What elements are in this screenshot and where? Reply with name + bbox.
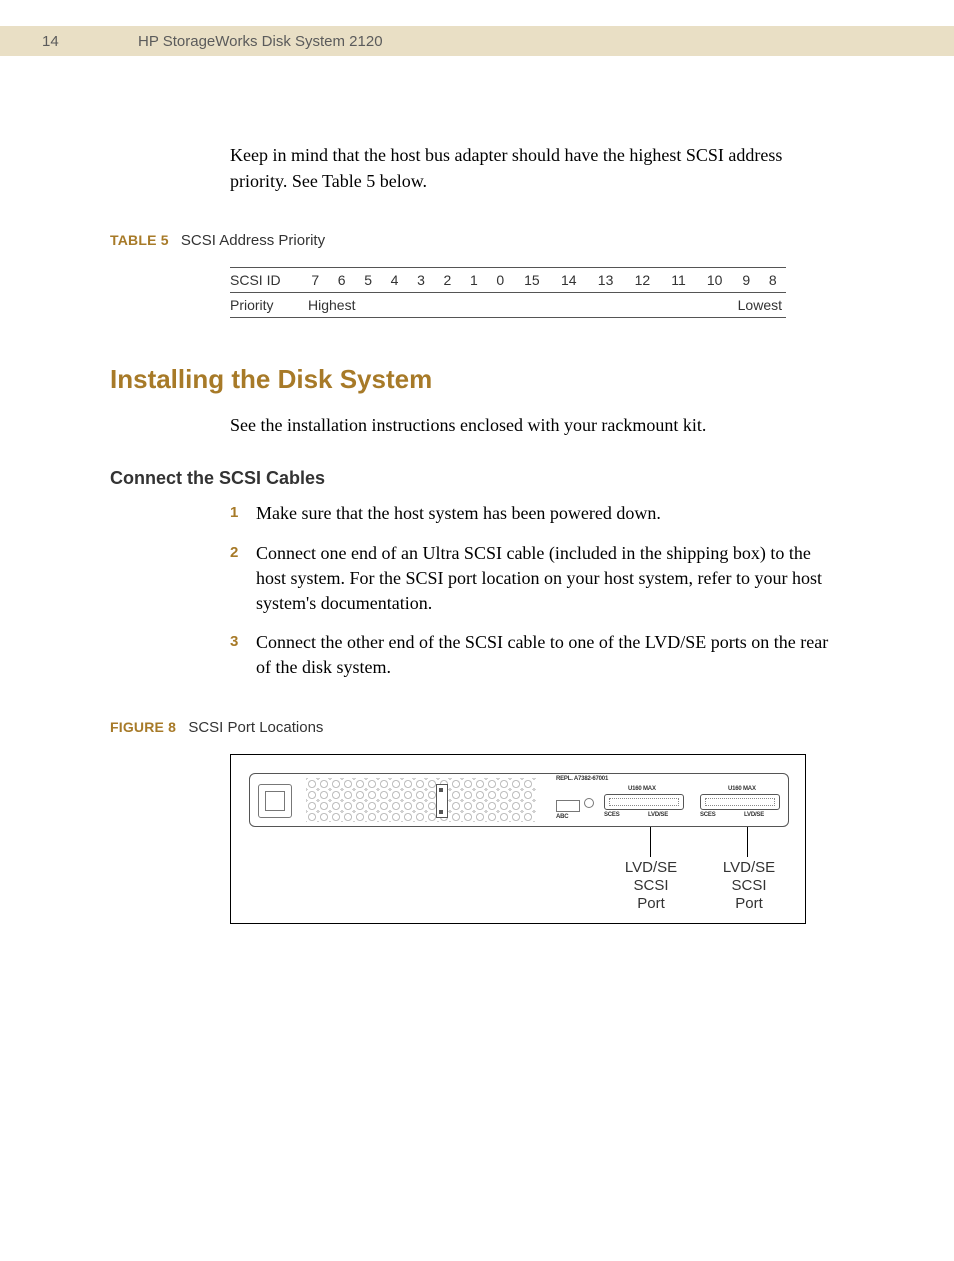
page-number: 14 (42, 33, 138, 50)
priority-label: Priority (230, 293, 302, 318)
scsi-id: 13 (587, 268, 624, 293)
list-item: 2 Connect one end of an Ultra SCSI cable… (230, 541, 838, 617)
figure8-caption-text: SCSI Port Locations (188, 719, 323, 736)
scsi-id: 5 (355, 268, 381, 293)
lvdse-label: LVD/SE (648, 812, 668, 818)
scsi-id: 4 (381, 268, 407, 293)
step-number: 1 (230, 502, 238, 523)
led-icon (584, 798, 594, 808)
subsection-heading: Connect the SCSI Cables (110, 468, 844, 489)
page: 14 HP StorageWorks Disk System 2120 Keep… (0, 26, 954, 1261)
scsi-id: 8 (760, 268, 786, 293)
scsi-port-icon (604, 794, 684, 810)
doc-title: HP StorageWorks Disk System 2120 (138, 33, 383, 50)
scsi-id: 14 (550, 268, 587, 293)
step-text: Connect one end of an Ultra SCSI cable (… (256, 543, 822, 613)
scsi-port-icon (700, 794, 780, 810)
scsi-id: 7 (302, 268, 328, 293)
step-text: Connect the other end of the SCSI cable … (256, 632, 828, 677)
scsi-id: 15 (514, 268, 551, 293)
table-row: SCSI ID 7 6 5 4 3 2 1 0 15 14 13 12 11 1… (230, 268, 786, 293)
table5-caption: TABLE 5 SCSI Address Priority (110, 232, 844, 249)
scsi-id: 6 (328, 268, 354, 293)
callout-line-icon (747, 827, 748, 857)
table-row: Priority Highest Lowest (230, 293, 786, 318)
scsi-id: 2 (434, 268, 460, 293)
step-number: 3 (230, 631, 238, 652)
priority-highest: Highest (302, 293, 514, 318)
scsi-id: 11 (661, 268, 696, 293)
power-socket-icon (258, 784, 292, 818)
repl-label: REPL. A7382-67001 (556, 776, 608, 782)
step-number: 2 (230, 542, 238, 563)
table5-label: TABLE 5 (110, 232, 169, 248)
callout-label: LVD/SE SCSI Port (709, 859, 789, 913)
table5-caption-text: SCSI Address Priority (181, 232, 325, 249)
list-item: 3 Connect the other end of the SCSI cabl… (230, 630, 838, 680)
callout-line-icon (650, 827, 651, 857)
sces-label: SCES (700, 812, 716, 818)
dip-switch-icon (436, 784, 448, 818)
step-text: Make sure that the host system has been … (256, 503, 661, 523)
section-intro: See the installation instructions enclos… (230, 413, 838, 438)
lvdse-label: LVD/SE (744, 812, 764, 818)
abc-label: ABC (556, 814, 568, 820)
figure8-label: FIGURE 8 (110, 719, 176, 735)
table5: SCSI ID 7 6 5 4 3 2 1 0 15 14 13 12 11 1… (230, 267, 786, 318)
u160-label: U160 MAX (728, 786, 756, 792)
scsi-id: 0 (487, 268, 513, 293)
sces-label: SCES (604, 812, 620, 818)
page-header: 14 HP StorageWorks Disk System 2120 (0, 26, 954, 56)
priority-lowest: Lowest (514, 293, 787, 318)
list-item: 1 Make sure that the host system has bee… (230, 501, 838, 526)
vent-grid-icon (306, 778, 536, 822)
rear-panel-icon: REPL. A7382-67001 ABC U160 MAX U160 MAX … (249, 773, 789, 827)
steps-list: 1 Make sure that the host system has bee… (230, 501, 838, 680)
u160-label: U160 MAX (628, 786, 656, 792)
scsi-id: 9 (733, 268, 759, 293)
scsi-id: 10 (696, 268, 733, 293)
abc-box-icon (556, 800, 580, 812)
scsi-id: 12 (624, 268, 661, 293)
figure8: REPL. A7382-67001 ABC U160 MAX U160 MAX … (230, 754, 806, 924)
section-heading: Installing the Disk System (110, 364, 844, 395)
callout-label: LVD/SE SCSI Port (611, 859, 691, 913)
scsi-id-label: SCSI ID (230, 268, 302, 293)
scsi-id: 1 (461, 268, 487, 293)
page-content: Keep in mind that the host bus adapter s… (0, 142, 954, 924)
intro-paragraph: Keep in mind that the host bus adapter s… (230, 142, 838, 194)
scsi-id: 3 (408, 268, 434, 293)
controller-area: REPL. A7382-67001 ABC U160 MAX U160 MAX … (550, 776, 784, 824)
figure8-caption: FIGURE 8 SCSI Port Locations (110, 719, 844, 736)
